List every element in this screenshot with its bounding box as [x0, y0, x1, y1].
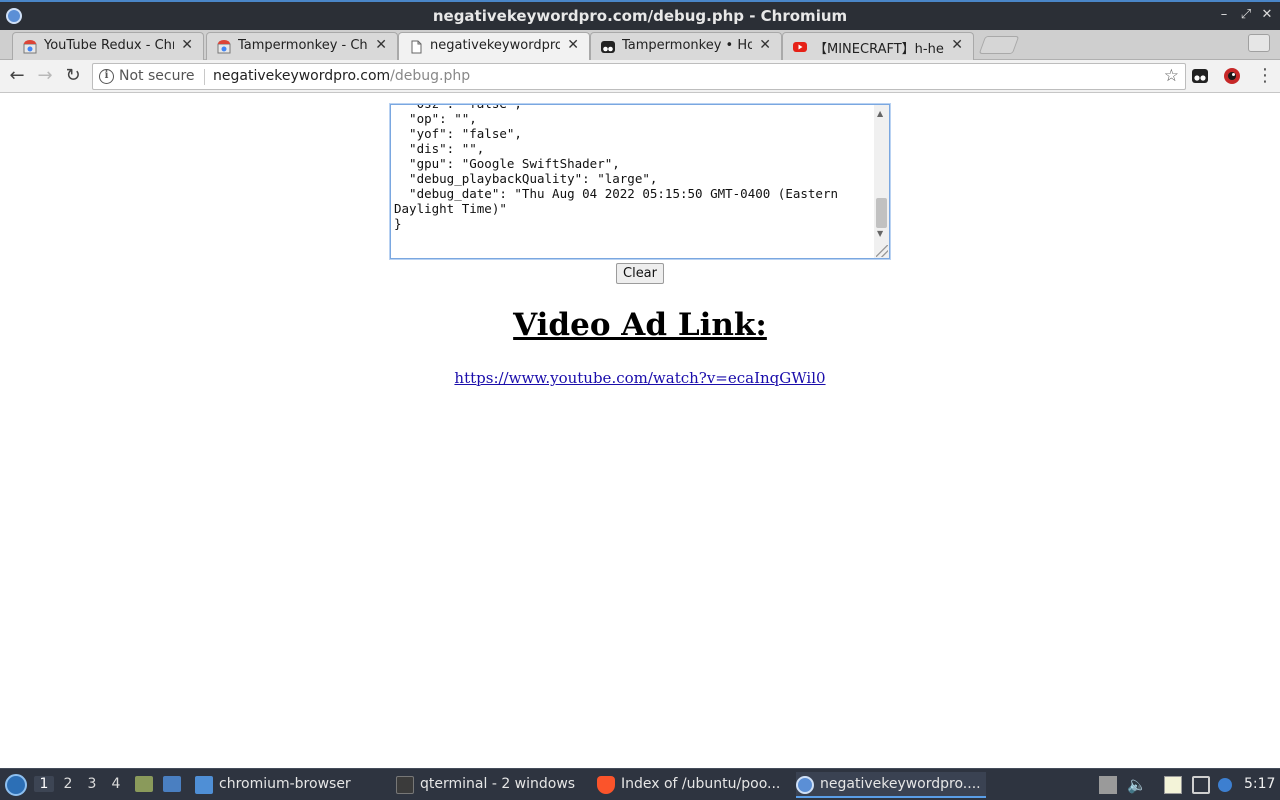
task-chromium-active[interactable]: negativekeywordpro.... — [796, 772, 986, 798]
back-icon[interactable]: ← — [6, 65, 28, 87]
url-host: negativekeywordpro.com — [213, 68, 391, 84]
terminal-icon — [396, 776, 414, 794]
volume-icon[interactable]: 🔈 — [1127, 776, 1147, 794]
page-content: "0sz": "false", "op": "", "yof": "false"… — [0, 94, 1280, 768]
tab-tampermonkey-webstore[interactable]: Tampermonkey - Ch ✕ — [206, 32, 398, 60]
resize-grip-icon[interactable] — [876, 245, 888, 257]
profile-icon[interactable] — [1248, 34, 1270, 52]
youtube-icon — [793, 42, 807, 52]
chrome-webstore-icon — [23, 40, 37, 54]
workspace-3[interactable]: 3 — [82, 776, 102, 792]
page-heading: Video Ad Link: — [513, 307, 767, 343]
workspace-1[interactable]: 1 — [34, 776, 54, 792]
close-tab-icon[interactable]: ✕ — [951, 37, 963, 53]
maximize-icon[interactable]: ⤢ — [1238, 7, 1254, 23]
video-ad-link[interactable]: https://www.youtube.com/watch?v=ecaInqGW… — [454, 369, 825, 387]
tab-label: negativekeywordpro — [430, 38, 560, 53]
forward-icon[interactable]: → — [34, 65, 56, 87]
address-bar[interactable]: i Not secure negativekeywordpro.com/debu… — [92, 63, 1186, 90]
tab-label: Tampermonkey - Ch — [238, 38, 368, 53]
video-link-container: https://www.youtube.com/watch?v=ecaInqGW… — [0, 369, 1280, 387]
task-chromium-browser[interactable]: chromium-browser — [195, 772, 385, 798]
reload-icon[interactable]: ↻ — [62, 65, 84, 87]
window-titlebar: negativekeywordpro.com/debug.php - Chrom… — [0, 0, 1280, 30]
scroll-down-icon[interactable]: ▼ — [877, 229, 883, 238]
start-menu-icon[interactable] — [5, 774, 27, 796]
tab-label: Tampermonkey • Ho — [622, 38, 752, 53]
tab-minecraft-video[interactable]: 【MINECRAFT】h-hev ✕ — [782, 32, 974, 60]
show-desktop-icon[interactable] — [163, 776, 181, 792]
task-label: negativekeywordpro.... — [820, 776, 981, 792]
url-path: /debug.php — [390, 68, 471, 84]
task-label: chromium-browser — [219, 776, 351, 792]
task-label: Index of /ubuntu/poo... — [621, 776, 781, 792]
close-tab-icon[interactable]: ✕ — [375, 37, 387, 53]
tab-label: 【MINECRAFT】h-hev — [814, 42, 944, 57]
textarea-scrollbar[interactable]: ▲ ▼ — [874, 105, 889, 258]
task-qterminal[interactable]: qterminal - 2 windows — [396, 772, 586, 798]
chrome-webstore-icon — [217, 40, 231, 54]
browser-toolbar: ← → ↻ i Not secure negativekeywordpro.co… — [0, 60, 1280, 93]
network-icon[interactable] — [1192, 776, 1210, 794]
folder-icon — [195, 776, 213, 794]
clipboard-icon[interactable] — [1164, 776, 1182, 794]
update-notifier-icon[interactable] — [1218, 778, 1232, 792]
taskbar: 1 2 3 4 chromium-browser qterminal - 2 w… — [0, 768, 1280, 800]
tab-youtube-redux[interactable]: YouTube Redux - Chr ✕ — [12, 32, 204, 60]
close-window-icon[interactable]: ✕ — [1259, 7, 1275, 23]
scrollbar-thumb[interactable] — [876, 198, 887, 228]
close-tab-icon[interactable]: ✕ — [759, 37, 771, 53]
divider — [204, 69, 205, 85]
window-title: negativekeywordpro.com/debug.php - Chrom… — [432, 7, 848, 25]
minimize-icon[interactable]: – — [1216, 7, 1232, 23]
workspace-2[interactable]: 2 — [58, 776, 78, 792]
task-brave[interactable]: Index of /ubuntu/poo... — [597, 772, 787, 798]
brave-icon — [597, 776, 615, 794]
task-label: qterminal - 2 windows — [420, 776, 576, 792]
info-icon[interactable]: i — [99, 69, 114, 84]
clear-button[interactable]: Clear — [616, 263, 664, 284]
eject-icon[interactable] — [1099, 776, 1117, 794]
extension-red-icon[interactable] — [1223, 67, 1241, 85]
tab-label: YouTube Redux - Chr — [44, 38, 174, 53]
security-label[interactable]: Not secure — [119, 68, 195, 84]
scroll-up-icon[interactable]: ▲ — [877, 109, 883, 118]
tab-strip: YouTube Redux - Chr ✕ Tampermonkey - Ch … — [0, 30, 1280, 61]
close-tab-icon[interactable]: ✕ — [567, 37, 579, 53]
menu-icon[interactable]: ⋮ — [1256, 65, 1274, 87]
tampermonkey-extension-icon[interactable] — [1191, 67, 1209, 85]
page-icon — [411, 40, 422, 54]
url-text[interactable]: negativekeywordpro.com/debug.php — [213, 68, 470, 84]
tab-negativekeywordpro[interactable]: negativekeywordpro ✕ — [398, 32, 590, 61]
debug-textarea[interactable]: "0sz": "false", "op": "", "yof": "false"… — [390, 104, 890, 259]
bookmark-star-icon[interactable]: ☆ — [1164, 66, 1179, 86]
new-tab-button[interactable] — [978, 36, 1020, 54]
tab-tampermonkey-home[interactable]: Tampermonkey • Ho ✕ — [590, 32, 782, 60]
close-tab-icon[interactable]: ✕ — [181, 37, 193, 53]
clock[interactable]: 5:17 — [1244, 776, 1275, 792]
debug-text[interactable]: "0sz": "false", "op": "", "yof": "false"… — [394, 105, 872, 231]
file-manager-icon[interactable] — [135, 776, 153, 792]
workspace-4[interactable]: 4 — [106, 776, 126, 792]
tampermonkey-icon — [601, 41, 615, 53]
chromium-icon — [796, 776, 814, 794]
